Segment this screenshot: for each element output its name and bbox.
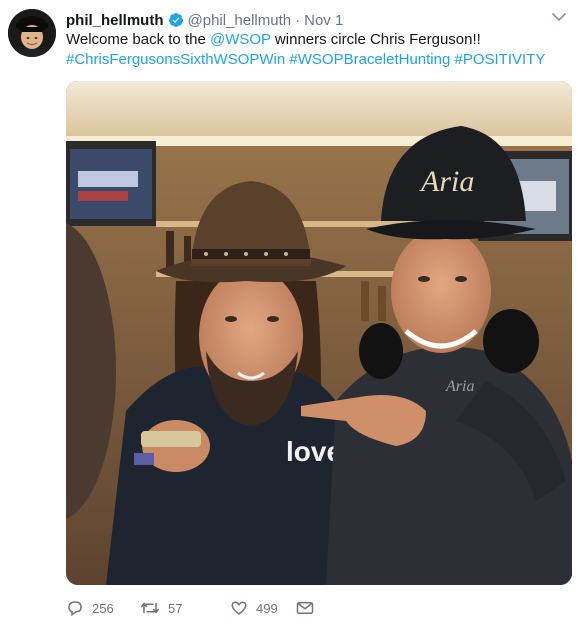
dm-button[interactable] xyxy=(296,600,314,616)
like-icon xyxy=(230,599,248,617)
like-button[interactable]: 499 xyxy=(230,599,296,617)
tweet-text: Welcome back to the @WSOP winners circle… xyxy=(66,30,568,70)
dm-icon xyxy=(296,600,314,616)
hashtag-link[interactable]: #ChrisFergusonsSixthWSOPWin xyxy=(66,51,285,68)
reply-button[interactable]: 256 xyxy=(66,599,128,617)
avatar[interactable] xyxy=(8,9,56,57)
retweet-button[interactable]: 57 xyxy=(140,599,230,617)
shirt-logo-text: Aria xyxy=(445,378,474,395)
like-count: 499 xyxy=(256,600,278,616)
hashtag-link[interactable]: #WSOPBraceletHunting xyxy=(289,51,450,68)
tweet-text-part: Welcome back to the xyxy=(66,31,210,48)
verified-badge-icon xyxy=(168,12,184,28)
avatar-image xyxy=(8,9,56,57)
cap-logo-text: Aria xyxy=(419,165,474,198)
chevron-down-icon[interactable] xyxy=(550,10,568,24)
tweet-actions: 256 57 499 xyxy=(66,596,314,620)
tweet-photo[interactable]: love. Aria Aria xyxy=(66,81,572,585)
photo-image: love. Aria Aria xyxy=(66,81,572,585)
retweet-icon xyxy=(140,599,160,617)
user-handle[interactable]: @phil_hellmuth xyxy=(188,12,292,29)
reply-icon xyxy=(66,599,84,617)
retweet-count: 57 xyxy=(168,600,183,616)
display-name[interactable]: phil_hellmuth xyxy=(66,12,164,29)
tweet-text-part: winners circle Chris Ferguson!! xyxy=(270,31,481,48)
timestamp[interactable]: Nov 1 xyxy=(304,12,343,29)
reply-count: 256 xyxy=(92,600,114,616)
separator-dot: · xyxy=(295,11,301,29)
mention-link[interactable]: @WSOP xyxy=(210,31,271,48)
hashtag-link[interactable]: #POSITIVITY xyxy=(454,51,545,68)
tweet-header: phil_hellmuth @phil_hellmuth · Nov 1 xyxy=(66,10,568,30)
